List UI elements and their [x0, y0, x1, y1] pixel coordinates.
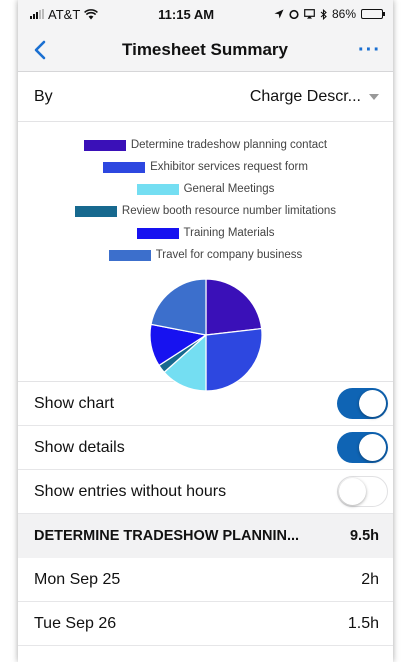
legend-label: Exhibitor services request form [150, 161, 308, 173]
group-by-value: Charge Descr... [249, 87, 361, 105]
more-options-button[interactable]: ··· [358, 40, 381, 60]
legend-item: Exhibitor services request form [103, 156, 308, 178]
list-item[interactable]: Mon Sep 25 2h [18, 558, 393, 602]
legend-swatch [103, 161, 146, 173]
pie-slice [204, 278, 262, 336]
battery-icon [361, 9, 385, 19]
legend-item: General Meetings [136, 178, 275, 200]
toggle-knob [359, 434, 386, 461]
bluetooth-icon [320, 8, 327, 20]
entry-hours: 1.5h [347, 614, 379, 632]
group-by-value-container[interactable]: Charge Descr... [250, 88, 379, 106]
legend-swatch [74, 205, 117, 217]
group-by-selector[interactable]: By Charge Descr... [18, 72, 393, 122]
legend-label: Review booth resource number limitations [121, 205, 337, 217]
detail-group-title: DETERMINE TRADESHOW PLANNIN... [34, 528, 300, 544]
legend-label: Training Materials [183, 227, 275, 239]
show-chart-toggle[interactable] [337, 388, 388, 419]
show-chart-label: Show chart [34, 394, 115, 412]
carrier-label: AT&T [48, 6, 81, 22]
phone-screen: AT&T 11:15 AM 86% Timesheet Summary ··· … [18, 0, 393, 662]
list-item[interactable]: Tue Sep 26 1.5h [18, 602, 393, 646]
toggle-knob [339, 478, 366, 505]
legend-item: Travel for company business [108, 244, 303, 266]
show-entries-without-hours-label: Show entries without hours [34, 482, 227, 500]
screen-mirroring-icon [304, 9, 315, 19]
clock-label: 11:15 AM [158, 6, 215, 22]
show-details-label: Show details [34, 438, 125, 456]
legend-item: Review booth resource number limitations [74, 200, 337, 222]
entry-date: Tue Sep 26 [34, 614, 117, 632]
back-button[interactable] [28, 38, 52, 62]
legend-swatch [108, 249, 151, 261]
legend-label: Determine tradeshow planning contact [130, 139, 328, 151]
detail-group-header[interactable]: DETERMINE TRADESHOW PLANNIN... 9.5h [18, 514, 393, 558]
pie-chart: Determine tradeshow planning contact Exhi… [18, 122, 393, 392]
chart-legend: Determine tradeshow planning contact Exhi… [18, 122, 393, 266]
legend-label: General Meetings [183, 183, 275, 195]
status-bar: AT&T 11:15 AM 86% [18, 0, 393, 28]
alarm-icon [289, 9, 299, 19]
top-bar: AT&T 11:15 AM 86% Timesheet Summary ··· [18, 0, 393, 72]
show-details-row: Show details [18, 426, 393, 470]
show-entries-without-hours-row: Show entries without hours [18, 470, 393, 514]
entry-date: Mon Sep 25 [34, 570, 121, 588]
chevron-down-icon [369, 93, 379, 100]
toggle-knob [359, 390, 386, 417]
wifi-icon [84, 8, 99, 19]
pie-slice [204, 327, 263, 392]
location-arrow-icon [274, 9, 284, 19]
group-by-label: By [34, 87, 53, 105]
status-left: AT&T [30, 6, 99, 22]
legend-swatch [136, 183, 179, 195]
show-entries-without-hours-toggle[interactable] [337, 476, 388, 507]
entry-hours: 2h [361, 570, 379, 588]
legend-label: Travel for company business [155, 249, 303, 261]
detail-group-total: 9.5h [349, 528, 379, 544]
toggle-list: Show chart Show details Show entries wit… [18, 382, 393, 514]
chevron-left-icon [34, 40, 46, 59]
show-details-toggle[interactable] [337, 432, 388, 463]
page-title: Timesheet Summary [122, 39, 288, 59]
status-right: 86% [274, 7, 385, 21]
legend-item: Determine tradeshow planning contact [83, 134, 328, 156]
battery-percent: 86% [331, 7, 356, 21]
signal-icon [30, 9, 44, 19]
legend-swatch [83, 139, 126, 151]
navigation-bar: Timesheet Summary ··· [18, 28, 393, 72]
pie-chart-graphic [148, 278, 263, 392]
legend-item: Training Materials [136, 222, 275, 244]
legend-swatch [136, 227, 179, 239]
